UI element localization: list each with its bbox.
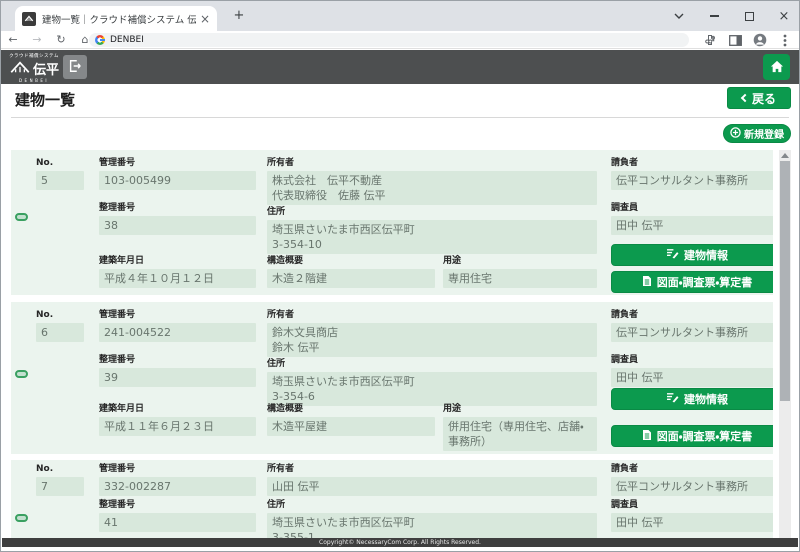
field-address: 住所 埼玉県さいたま市西区伝平町3-354-6 [267,359,597,406]
scroll-up-arrow-icon[interactable] [781,153,789,158]
window-menu-icon[interactable] [672,9,686,23]
logout-icon [68,58,82,77]
url-text[interactable]: DENBEI [110,35,144,45]
building-row: No. 5 管理番号 103-005499 整理番号 38 建築年月日 平成４年… [11,150,773,295]
field-kanri-bango: 管理番号 241-004522 [99,310,256,342]
new-tab-button[interactable]: + [231,8,247,23]
forward-icon[interactable]: → [25,33,49,46]
link-icon[interactable] [15,370,28,378]
field-contractor: 請負者 伝平コンサルタント事務所 [611,464,773,496]
link-icon[interactable] [15,213,28,221]
new-registration-button[interactable]: 新規登録 [723,124,791,143]
extensions-puzzle-icon[interactable] [702,32,718,48]
profile-avatar-icon[interactable] [752,32,768,48]
copyright-text: Copyright© NecessaryCom Corp. All Rights… [319,539,481,546]
title-divider [11,117,789,118]
building-info-button[interactable]: 建物情報 [611,244,773,266]
field-no: No. 7 [36,464,84,496]
documents-button[interactable]: 図面・調査票・算定書 [611,425,773,447]
field-address: 住所 埼玉県さいたま市西区伝平町3-355-1 [267,500,597,538]
field-kenchiku-date: 建築年月日 平成４年１０月１２日 [99,256,256,288]
browser-tab[interactable]: 建物一覧｜クラウド補償システム 伝 × [15,6,217,31]
roof-logo-icon [9,59,31,78]
field-contractor: 請負者 伝平コンサルタント事務所 [611,310,773,342]
window-minimize-icon[interactable] [707,9,721,23]
building-row: No. 7 管理番号 332-002287 整理番号 41 所有者 山田 伝平 … [11,460,773,538]
back-button[interactable]: 戻る [727,87,791,109]
browser-menu-dots-icon[interactable] [777,32,793,48]
building-info-button[interactable]: 建物情報 [611,388,773,410]
list-edit-icon [666,248,679,262]
site-favicon-icon [22,12,36,26]
scrollbar-thumb[interactable] [780,161,790,401]
field-kanri-bango: 管理番号 332-002287 [99,464,256,496]
content-scrollbar[interactable] [779,150,791,538]
field-seiri-bango: 整理番号 41 [99,500,256,532]
list-edit-icon [666,392,679,406]
building-row: No. 6 管理番号 241-004522 整理番号 39 建築年月日 平成１１… [11,302,773,454]
field-usage: 用途 併用住宅（専用住宅、店舗・事務所） [443,404,597,451]
tab-title: 建物一覧｜クラウド補償システム 伝 [42,12,196,26]
field-owner: 所有者 株式会社 伝平不動産代表取締役 佐藤 伝平 [267,158,597,205]
field-address: 住所 埼玉県さいたま市西区伝平町3-354-10 [267,207,597,254]
window-controls: × [672,1,791,31]
reload-icon[interactable]: ↻ [49,33,73,46]
field-structure: 構造概要 木造２階建 [267,256,435,288]
field-kenchiku-date: 建築年月日 平成１１年６月２３日 [99,404,256,436]
page-title: 建物一覧 [15,89,75,110]
field-investigator: 調査員 田中 伝平 [611,355,773,387]
home-icon [770,58,784,77]
app-home-button[interactable] [763,54,790,80]
window-close-icon[interactable]: × [777,9,791,23]
document-icon [642,275,652,290]
field-seiri-bango: 整理番号 39 [99,355,256,387]
browser-toolbar: ← → ↻ ⌂ DENBEI [1,31,799,49]
toolbar-right-icons [702,31,793,49]
tab-close-icon[interactable]: × [200,13,210,25]
chevron-left-icon [741,94,749,102]
field-investigator: 調査員 田中 伝平 [611,500,773,532]
document-icon [642,429,652,444]
google-logo-icon [95,35,105,45]
field-owner: 所有者 鈴木文具商店鈴木 伝平 [267,310,597,357]
field-no: No. 6 [36,310,84,342]
field-seiri-bango: 整理番号 38 [99,203,256,235]
app-brand-sub: DENBEI [19,78,49,83]
window-maximize-icon[interactable] [742,9,756,23]
field-no: No. 5 [36,158,84,190]
plus-circle-icon [730,127,741,141]
browser-window: 建物一覧｜クラウド補償システム 伝 × + × ← → ↻ ⌂ DENBEI [0,0,800,552]
field-usage: 用途 専用住宅 [443,256,597,288]
field-owner: 所有者 山田 伝平 [267,464,597,496]
address-bar[interactable]: DENBEI [89,33,689,47]
main-content: 建物一覧 戻る 新規登録 No. 5 管理番号 103-005499 整理番号 [1,84,799,539]
app-brand-name: 伝平 [33,64,59,78]
field-kanri-bango: 管理番号 103-005499 [99,158,256,190]
back-icon[interactable]: ← [1,33,25,46]
app-header: クラウド補償システム 伝平 DENBEI [1,50,799,84]
field-contractor: 請負者 伝平コンサルタント事務所 [611,158,773,190]
logout-button[interactable] [63,55,87,79]
app-logo: クラウド補償システム 伝平 DENBEI [9,53,59,83]
tab-strip: 建物一覧｜クラウド補償システム 伝 × + × [1,1,799,31]
copyright-footer: Copyright© NecessaryCom Corp. All Rights… [2,538,798,547]
link-icon[interactable] [15,514,28,522]
field-structure: 構造概要 木造平屋建 [267,404,435,436]
field-investigator: 調査員 田中 伝平 [611,203,773,235]
documents-button[interactable]: 図面・調査票・算定書 [611,271,773,293]
side-panel-icon[interactable] [727,32,743,48]
